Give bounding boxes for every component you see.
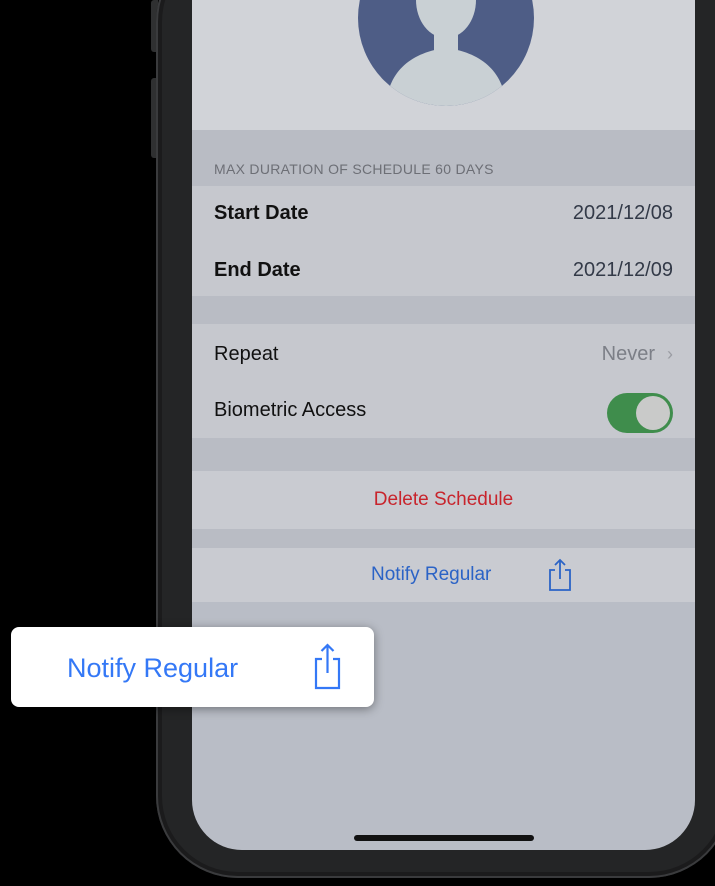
toggle-knob [636,396,670,430]
callout-notify-label[interactable]: Notify Regular [67,653,238,684]
delete-schedule-button[interactable]: Delete Schedule [192,489,695,511]
start-date-value[interactable]: 2021/12/08 [573,202,673,225]
end-date-label: End Date [214,259,301,281]
section-gap [192,529,695,548]
biometric-label: Biometric Access [214,399,367,421]
person-silhouette-icon [358,0,534,106]
chevron-right-icon: › [667,344,673,364]
notify-regular-button[interactable]: Notify Regular [371,564,491,586]
share-icon[interactable] [547,558,573,597]
options-group: Repeat Never › Biometric Access [192,324,695,438]
repeat-row[interactable]: Repeat Never › [192,327,695,383]
share-icon[interactable] [312,642,342,695]
repeat-label: Repeat [214,343,279,365]
date-group: Start Date 2021/12/08 End Date 2021/12/0… [192,186,695,296]
biometric-toggle[interactable] [607,393,673,433]
notify-regular-callout[interactable]: Notify Regular [11,627,374,707]
biometric-row: Biometric Access [192,383,695,439]
start-date-label: Start Date [214,202,309,224]
notify-regular-row[interactable]: Notify Regular [192,548,695,602]
section-gap [192,438,695,471]
avatar-area [192,0,695,130]
home-indicator [354,835,534,841]
start-date-row[interactable]: Start Date 2021/12/08 [192,186,695,242]
phone-screen: MAX DURATION OF SCHEDULE 60 DAYS Start D… [192,0,695,850]
section-header: MAX DURATION OF SCHEDULE 60 DAYS [214,161,494,177]
end-date-value[interactable]: 2021/12/09 [573,259,673,282]
end-date-row[interactable]: End Date 2021/12/09 [192,243,695,299]
delete-schedule-row[interactable]: Delete Schedule [192,471,695,529]
repeat-value: Never [601,343,655,365]
section-gap [192,296,695,324]
